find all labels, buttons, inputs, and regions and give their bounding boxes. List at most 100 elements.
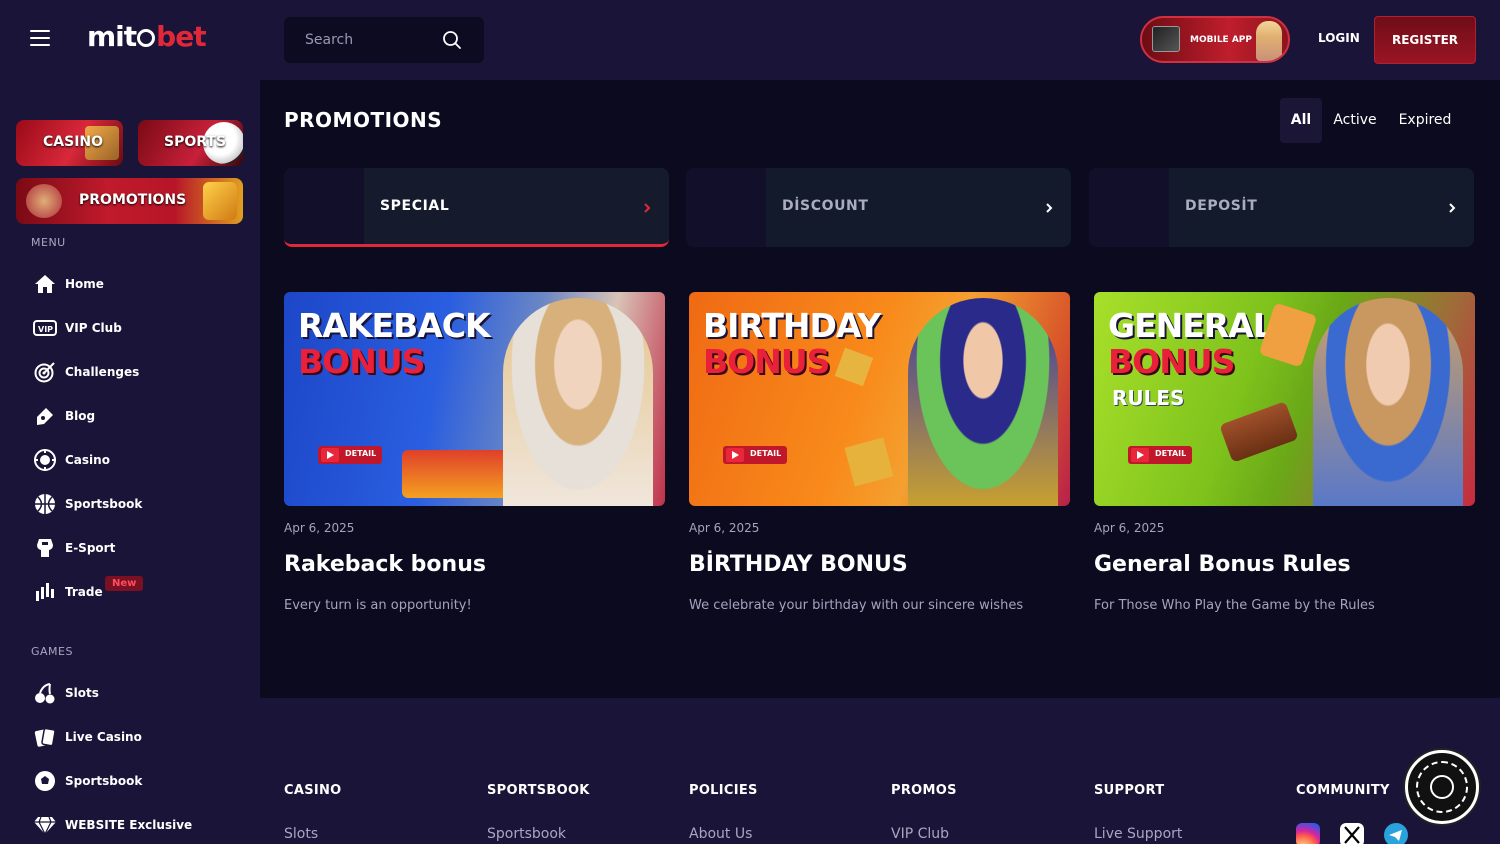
sidebar-item-sportsbook-games[interactable]: Sportsbook <box>32 767 242 795</box>
sidebar-item-sportsbook[interactable]: Sportsbook <box>32 490 242 518</box>
sidebar-item-live-casino[interactable]: Live Casino <box>32 723 242 751</box>
promo-description: For Those Who Play the Game by the Rules <box>1094 598 1375 613</box>
banner-subheading: BONUS <box>298 342 425 381</box>
promo-model-image <box>908 298 1058 506</box>
svg-text:VIP: VIP <box>38 325 53 334</box>
slot-machine-illustration <box>402 450 512 498</box>
sidebar-item-label: Live Casino <box>65 730 142 744</box>
promo-card-birthday[interactable]: BIRTHDAY BONUS DETAIL Apr 6, 2025 BİRTHD… <box>689 292 1070 613</box>
promo-model-image <box>503 298 653 506</box>
gift-box-icon <box>844 437 894 487</box>
sidebar-item-website-exclusive[interactable]: WEBSITE Exclusive <box>32 811 242 839</box>
gift-icon <box>203 182 237 220</box>
sidebar-item-casino[interactable]: Casino <box>32 446 242 474</box>
promo-banner[interactable]: RAKEBACK BONUS DETAIL <box>284 292 665 506</box>
promo-description: We celebrate your birthday with our sinc… <box>689 598 1024 613</box>
sidebar-item-blog[interactable]: Blog <box>32 402 242 430</box>
filter-all-tab[interactable]: All <box>1280 98 1322 143</box>
mobile-app-model-image <box>1256 21 1282 61</box>
filter-active-tab[interactable]: Active <box>1330 98 1380 143</box>
login-button[interactable]: LOGIN <box>1318 31 1360 45</box>
instagram-icon[interactable] <box>1296 823 1320 844</box>
footer-link-slots[interactable]: Slots <box>284 826 318 842</box>
sidebar-item-label: Blog <box>65 409 96 423</box>
banner-heading: BIRTHDAY <box>703 306 881 345</box>
detail-label: DETAIL <box>345 449 377 458</box>
category-discount[interactable]: DİSCOUNT <box>686 168 1071 247</box>
detail-button[interactable]: DETAIL <box>723 446 787 464</box>
mobile-app-banner[interactable]: MOBILE APP <box>1140 16 1290 63</box>
sidebar-item-vip-club[interactable]: VIP VIP Club <box>32 314 242 342</box>
footer-link-vip-club[interactable]: VIP Club <box>891 826 949 842</box>
category-label: SPECIAL <box>380 198 450 214</box>
footer-heading-casino: CASINO <box>284 783 342 798</box>
footer-heading-promos: PROMOS <box>891 783 957 798</box>
promo-card-rakeback[interactable]: RAKEBACK BONUS DETAIL Apr 6, 2025 Rakeba… <box>284 292 665 613</box>
chevron-right-icon <box>1046 203 1053 213</box>
sidebar-item-label: Casino <box>65 453 110 467</box>
x-icon[interactable] <box>1340 823 1364 844</box>
search-input[interactable] <box>284 17 434 63</box>
hamburger-menu-icon[interactable] <box>30 30 50 48</box>
sidebar-item-label: WEBSITE Exclusive <box>65 818 193 832</box>
banner-heading: RAKEBACK <box>298 306 491 345</box>
soccer-ball-icon <box>32 769 58 793</box>
gavel-icon <box>1219 401 1299 463</box>
footer-link-sportsbook[interactable]: Sportsbook <box>487 826 566 842</box>
sidebar-item-home[interactable]: Home <box>32 270 242 298</box>
promo-title[interactable]: General Bonus Rules <box>1094 552 1351 577</box>
promotions-tile[interactable]: PROMOTIONS <box>16 178 243 224</box>
footer-heading-sportsbook: SPORTSBOOK <box>487 783 590 798</box>
footer-link-about-us[interactable]: About Us <box>689 826 752 842</box>
sidebar-item-label: Sportsbook <box>65 497 143 511</box>
detail-button[interactable]: DETAIL <box>318 446 382 464</box>
logo-text-white: mit <box>87 20 137 53</box>
register-button[interactable]: REGISTER <box>1374 16 1476 64</box>
sidebar-item-e-sport[interactable]: E-Sport <box>32 534 242 562</box>
footer-link-live-support[interactable]: Live Support <box>1094 826 1182 842</box>
cherry-icon <box>32 681 58 705</box>
gift-box-icon <box>834 347 874 387</box>
site-logo[interactable]: mit bet <box>87 20 207 53</box>
promo-title[interactable]: BİRTHDAY BONUS <box>689 552 908 577</box>
promo-banner[interactable]: GENERAL BONUS RULES DETAIL <box>1094 292 1475 506</box>
category-thumbnail <box>1089 168 1169 247</box>
footer-heading-policies: POLICIES <box>689 783 758 798</box>
search-icon[interactable] <box>442 30 462 50</box>
logo-text-red: bet <box>156 20 206 53</box>
banner-subheading: BONUS <box>703 342 830 381</box>
casino-tile[interactable]: CASINO <box>16 120 123 166</box>
diamond-icon <box>32 813 58 837</box>
sports-tile[interactable]: SPORTS <box>138 120 243 166</box>
promo-date: Apr 6, 2025 <box>689 521 760 535</box>
detail-button[interactable]: DETAIL <box>1128 446 1192 464</box>
games-section-title: GAMES <box>31 645 73 658</box>
category-label: DİSCOUNT <box>782 198 869 214</box>
category-deposit[interactable]: DEPOSİT <box>1089 168 1474 247</box>
telegram-icon[interactable] <box>1384 823 1408 844</box>
sidebar-item-challenges[interactable]: Challenges <box>32 358 242 386</box>
search-box <box>284 17 484 63</box>
esport-icon <box>32 536 58 560</box>
promo-banner[interactable]: BIRTHDAY BONUS DETAIL <box>689 292 1070 506</box>
category-special[interactable]: SPECIAL <box>284 168 669 247</box>
sports-tile-label: SPORTS <box>164 134 227 150</box>
sidebar-item-label: Challenges <box>65 365 140 379</box>
sidebar-item-label: Sportsbook <box>65 774 143 788</box>
filter-expired-tab[interactable]: Expired <box>1394 98 1456 143</box>
target-icon <box>32 360 58 384</box>
chevron-right-icon <box>644 203 651 213</box>
casino-tile-label: CASINO <box>43 134 104 150</box>
roulette-wheel-widget[interactable] <box>1405 750 1479 824</box>
footer-heading-community: COMMUNITY <box>1296 783 1390 798</box>
sidebar-item-label: Home <box>65 277 104 291</box>
phone-icon <box>1152 26 1180 52</box>
play-icon <box>1131 448 1149 462</box>
promo-title[interactable]: Rakeback bonus <box>284 552 486 577</box>
home-icon <box>32 272 58 296</box>
promo-card-general-rules[interactable]: GENERAL BONUS RULES DETAIL Apr 6, 2025 G… <box>1094 292 1475 613</box>
cards-icon <box>32 725 58 749</box>
sidebar-item-slots[interactable]: Slots <box>32 679 242 707</box>
banner-subheading: BONUS <box>1108 342 1235 381</box>
basketball-icon <box>32 492 58 516</box>
